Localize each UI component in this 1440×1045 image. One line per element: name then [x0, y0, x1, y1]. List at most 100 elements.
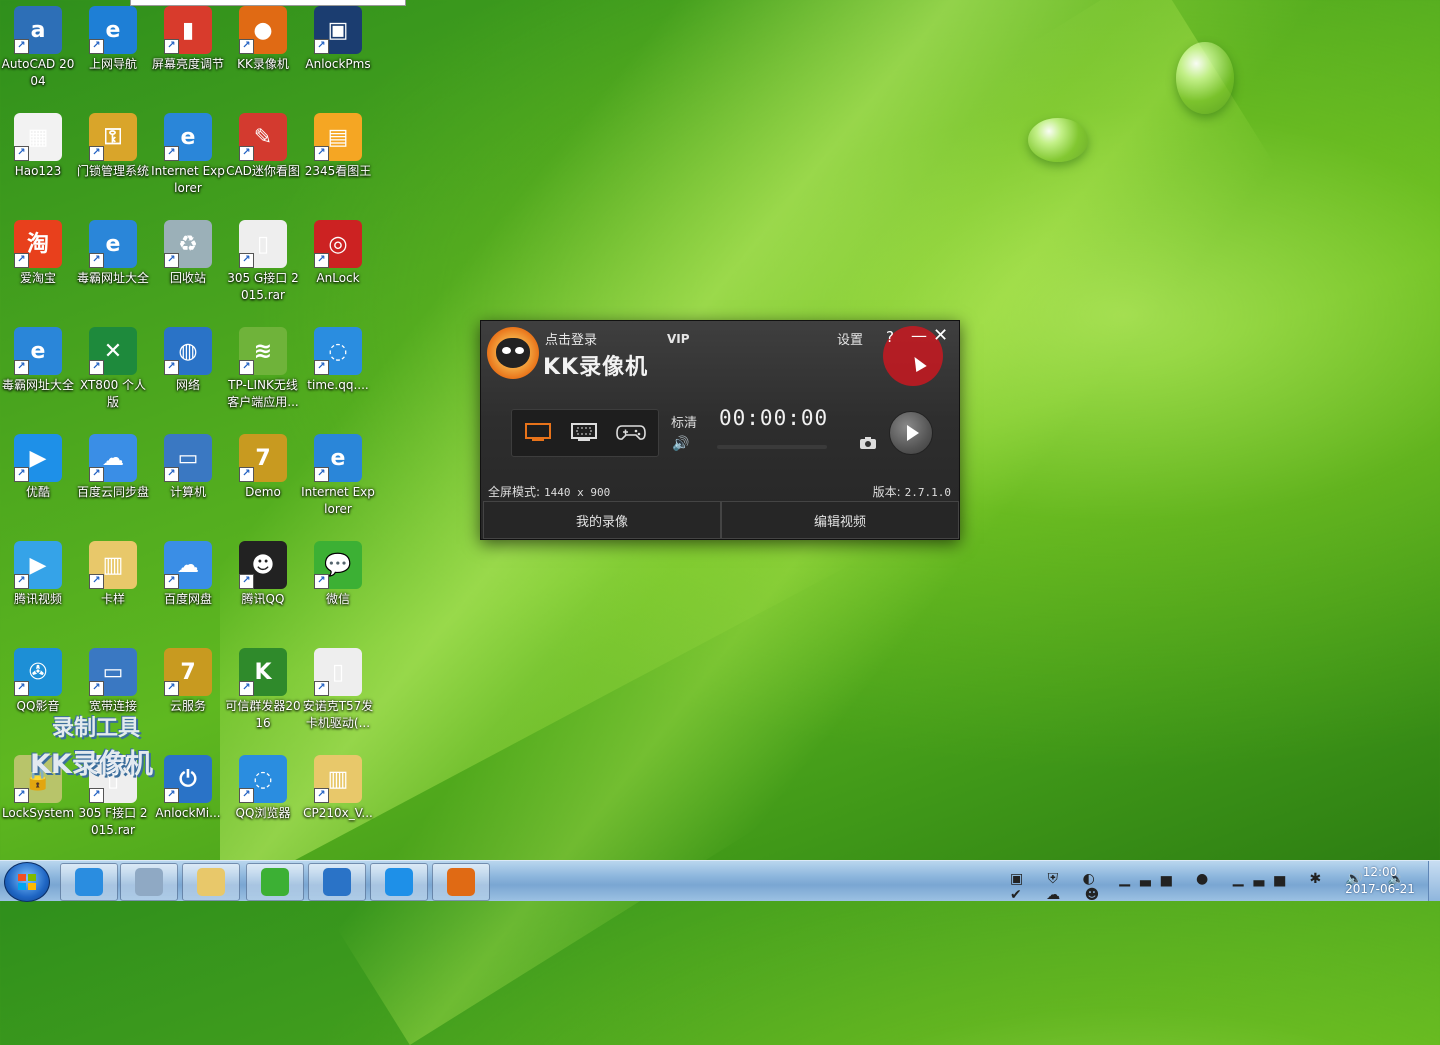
desktop-icon-image: 7 ↗: [239, 434, 287, 482]
start-button[interactable]: [4, 862, 50, 902]
version-label: 版本:: [872, 485, 901, 499]
desktop-icon-label: 优酷: [25, 485, 50, 499]
desktop-icon[interactable]: ▯ ↗ 305 G接口 2015.rar: [225, 220, 301, 304]
volume-bar[interactable]: [717, 445, 827, 449]
mode-label: 全屏模式:: [488, 485, 541, 499]
desktop-icon-label: 腾讯QQ: [241, 592, 285, 606]
game-mode-icon[interactable]: [616, 422, 646, 442]
desktop-icon[interactable]: ✇ ↗ QQ影音: [0, 648, 76, 715]
desktop-icon[interactable]: ▶ ↗ 腾讯视频: [0, 541, 76, 608]
desktop-icon[interactable]: ✕ ↗ XT800 个人版: [75, 327, 151, 411]
desktop-icon-image: 💬 ↗: [314, 541, 362, 589]
desktop-icon[interactable]: ▥ ↗ 卡样: [75, 541, 151, 608]
shortcut-arrow-icon: ↗: [14, 467, 29, 482]
shortcut-arrow-icon: ↗: [314, 681, 329, 696]
vip-badge[interactable]: VIP: [667, 332, 690, 346]
desktop-icon[interactable]: e ↗ 毒霸网址大全: [0, 327, 76, 394]
desktop-icon[interactable]: ▶ ↗ 优酷: [0, 434, 76, 501]
desktop-icon[interactable]: e ↗ 上网导航: [75, 6, 151, 73]
edit-video-button[interactable]: 编辑视频: [721, 501, 959, 539]
desktop-icon-image: e ↗: [89, 220, 137, 268]
desktop-icon[interactable]: 淘 ↗ 爱淘宝: [0, 220, 76, 287]
desktop-icon-label: CP210x_V...: [303, 806, 373, 820]
desktop-icon-image: ◎ ↗: [314, 220, 362, 268]
desktop-icon[interactable]: 7 ↗ Demo: [225, 434, 301, 501]
close-button[interactable]: ✕: [933, 325, 948, 346]
camera-icon[interactable]: [859, 435, 877, 449]
fullscreen-mode-icon[interactable]: [524, 422, 552, 442]
taskbar-item-qq-browser[interactable]: [60, 863, 118, 901]
taskbar-item-anlock[interactable]: [308, 863, 366, 901]
clock[interactable]: 12:00 2017-06-21: [1330, 864, 1430, 898]
windows-flag-icon: [18, 874, 36, 890]
water-drop: [1028, 118, 1088, 162]
taskbar-item-wechat[interactable]: [246, 863, 304, 901]
desktop-icon-image: ≋ ↗: [239, 327, 287, 375]
desktop-icon-label: 微信: [325, 592, 350, 606]
desktop-icon[interactable]: ● ↗ KK录像机: [225, 6, 301, 73]
region-mode-icon[interactable]: [570, 422, 598, 442]
desktop-icon-image: ● ↗: [239, 6, 287, 54]
desktop-icon[interactable]: ⚿ ↗ 门锁管理系统: [75, 113, 151, 180]
desktop-icon[interactable]: a ↗ AutoCAD 2004: [0, 6, 76, 90]
desktop-icon[interactable]: ☻ ↗ 腾讯QQ: [225, 541, 301, 608]
desktop-icon[interactable]: ♻ ↗ 回收站: [150, 220, 226, 287]
desktop-icon[interactable]: ⏻ ↗ AnlockMi...: [150, 755, 226, 822]
quality-selector[interactable]: 标清: [671, 412, 697, 431]
minimize-button[interactable]: —: [911, 326, 927, 345]
settings-button[interactable]: 设置: [837, 329, 863, 348]
desktop-icon[interactable]: ▯ ↗ 安诺克T57发卡机驱动(...: [300, 648, 376, 732]
desktop-icon-image: K ↗: [239, 648, 287, 696]
youku-icon: [385, 868, 413, 896]
desktop-icon[interactable]: 7 ↗ 云服务: [150, 648, 226, 715]
desktop-icon[interactable]: ◎ ↗ AnLock: [300, 220, 376, 287]
desktop-icon[interactable]: ✎ ↗ CAD迷你看图: [225, 113, 301, 180]
desktop-icon-image: a ↗: [14, 6, 62, 54]
desktop-icon[interactable]: ☁ ↗ 百度网盘: [150, 541, 226, 608]
show-desktop-button[interactable]: [1428, 861, 1440, 901]
desktop-icon-label: AnlockMi...: [155, 806, 221, 820]
desktop-icon[interactable]: e ↗ Internet Explorer: [150, 113, 226, 197]
desktop-icon[interactable]: ▥ ↗ CP210x_V...: [300, 755, 376, 822]
desktop-icon[interactable]: ▣ ↗ AnlockPms: [300, 6, 376, 73]
my-videos-button[interactable]: 我的录像: [483, 501, 721, 539]
taskbar-item-youku[interactable]: [370, 863, 428, 901]
desktop-icon[interactable]: ≋ ↗ TP-LINK无线客户端应用...: [225, 327, 301, 411]
desktop-icon-label: 2345看图王: [304, 164, 372, 178]
desktop-icon-label: 网络: [175, 378, 200, 392]
login-link[interactable]: 点击登录: [545, 329, 597, 348]
desktop-icon[interactable]: ☁ ↗ 百度云同步盘: [75, 434, 151, 501]
desktop-icon[interactable]: ▮ ↗ 屏幕亮度调节: [150, 6, 226, 73]
desktop-icon[interactable]: ◍ ↗ 网络: [150, 327, 226, 394]
shortcut-arrow-icon: ↗: [314, 574, 329, 589]
desktop-icon[interactable]: e ↗ Internet Explorer: [300, 434, 376, 518]
help-button[interactable]: ?: [886, 328, 894, 346]
desktop-icon[interactable]: ▭ ↗ 计算机: [150, 434, 226, 501]
taskbar-item-kk-recorder[interactable]: [432, 863, 490, 901]
shortcut-arrow-icon: ↗: [314, 253, 329, 268]
shortcut-arrow-icon: ↗: [164, 360, 179, 375]
desktop-icon-label: 回收站: [169, 271, 206, 285]
shortcut-arrow-icon: ↗: [89, 467, 104, 482]
kk-logo-icon: [487, 327, 539, 379]
desktop-icon[interactable]: 💬 ↗ 微信: [300, 541, 376, 608]
desktop-icon[interactable]: K ↗ 可信群发器2016: [225, 648, 301, 732]
record-play-button[interactable]: [889, 411, 933, 455]
desktop-icon-label: 腾讯视频: [13, 592, 62, 606]
desktop-icon-image: e ↗: [164, 113, 212, 161]
shortcut-arrow-icon: ↗: [164, 574, 179, 589]
desktop-icon[interactable]: ▦ ↗ Hao123: [0, 113, 76, 180]
desktop-icon[interactable]: ◌ ↗ time.qq....: [300, 327, 376, 394]
volume-icon[interactable]: 🔊: [672, 436, 689, 452]
desktop-icon-image: ▣ ↗: [314, 6, 362, 54]
desktop-icon-image: 淘 ↗: [14, 220, 62, 268]
desktop-icon[interactable]: ◌ ↗ QQ浏览器: [225, 755, 301, 822]
desktop-icon[interactable]: e ↗ 毒霸网址大全: [75, 220, 151, 287]
desktop-icon[interactable]: ▭ ↗ 宽带连接: [75, 648, 151, 715]
desktop-icon[interactable]: ▤ ↗ 2345看图王: [300, 113, 376, 180]
desktop-icon-label: AnlockPms: [305, 57, 371, 71]
shortcut-arrow-icon: ↗: [164, 39, 179, 54]
taskbar-item-explorer-window[interactable]: [120, 863, 178, 901]
record-mode-selector: [511, 409, 659, 457]
taskbar-item-file-explorer[interactable]: [182, 863, 240, 901]
